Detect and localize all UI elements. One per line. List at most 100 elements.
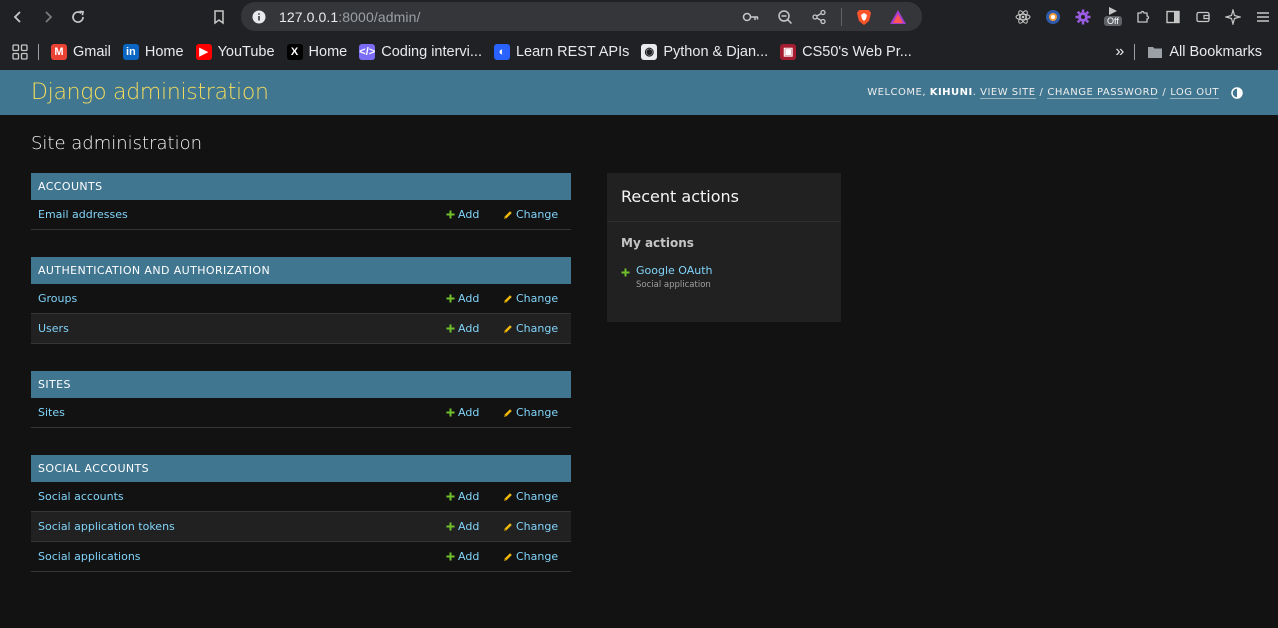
change-password-link[interactable]: CHANGE PASSWORD xyxy=(1047,87,1159,99)
extensions-button[interactable] xyxy=(1128,2,1158,32)
bookmark-gmail-0[interactable]: M Gmail xyxy=(45,38,117,66)
change-link[interactable]: Change xyxy=(503,322,558,335)
bookmark-coding-intervi-4[interactable]: </> Coding intervi... xyxy=(353,38,488,66)
forward-button[interactable] xyxy=(33,2,63,32)
brave-rewards-button[interactable] xyxy=(884,3,912,31)
add-link[interactable]: Add xyxy=(446,322,479,335)
pencil-icon xyxy=(503,210,513,220)
reload-icon xyxy=(72,10,84,23)
module-caption[interactable]: Accounts xyxy=(31,173,571,200)
add-plus-icon xyxy=(446,492,455,501)
contrast-icon xyxy=(1231,86,1243,99)
model-link[interactable]: Social applications xyxy=(31,550,571,563)
all-bookmarks-folder[interactable]: All Bookmarks xyxy=(1141,38,1268,66)
change-link[interactable]: Change xyxy=(503,550,558,563)
model-link[interactable]: Social accounts xyxy=(31,490,571,503)
extension-badge-circle[interactable] xyxy=(1038,2,1068,32)
add-label: Add xyxy=(458,490,480,503)
bookmark-page-button[interactable] xyxy=(204,2,234,32)
view-site-link[interactable]: VIEW SITE xyxy=(980,87,1036,99)
module-caption[interactable]: Authentication and Authorization xyxy=(31,257,571,284)
sidebar-button[interactable] xyxy=(1158,2,1188,32)
model-row-social-application-tokens: Social application tokens Add Change xyxy=(31,512,571,542)
change-link[interactable]: Change xyxy=(503,520,558,533)
model-link[interactable]: Groups xyxy=(31,292,571,305)
back-button[interactable] xyxy=(3,2,33,32)
share-icon xyxy=(812,9,826,24)
model-link[interactable]: Sites xyxy=(31,406,571,419)
add-link[interactable]: Add xyxy=(446,208,479,221)
model-link[interactable]: Social application tokens xyxy=(31,520,571,533)
share-button[interactable] xyxy=(805,3,833,31)
bookmark-python-djan-6[interactable]: ◉ Python & Djan... xyxy=(635,38,774,66)
bookmarks-divider-right xyxy=(1134,43,1136,60)
bookmark-favicon-icon: </> xyxy=(359,43,376,60)
address-bar[interactable]: 127.0.0.1:8000/admin/ xyxy=(241,2,922,31)
change-link[interactable]: Change xyxy=(503,292,558,305)
all-bookmarks-label: All Bookmarks xyxy=(1169,43,1262,60)
extension-off-toggle[interactable]: Off xyxy=(1098,2,1128,32)
wallet-button[interactable] xyxy=(1188,2,1218,32)
model-link[interactable]: Email addresses xyxy=(31,208,571,221)
recent-actions-panel: Recent actions My actions Google OAuth So… xyxy=(607,173,841,322)
apps-button[interactable] xyxy=(6,38,34,66)
add-link[interactable]: Add xyxy=(446,550,479,563)
change-label: Change xyxy=(516,208,559,221)
theme-toggle-button[interactable] xyxy=(1229,85,1245,101)
change-label: Change xyxy=(516,406,559,419)
wallet-icon xyxy=(1196,11,1210,22)
brave-lion-icon xyxy=(857,9,871,25)
module-caption[interactable]: Social Accounts xyxy=(31,455,571,482)
recent-actions-title: Recent actions xyxy=(607,173,841,222)
extension-react-devtools[interactable] xyxy=(1008,2,1038,32)
change-link[interactable]: Change xyxy=(503,490,558,503)
atom-icon xyxy=(1015,9,1031,24)
recent-entry-body: Google OAuth Social application xyxy=(636,264,713,290)
bookmark-home-1[interactable]: in Home xyxy=(117,38,190,66)
add-plus-icon xyxy=(446,408,455,417)
log-out-link[interactable]: LOG OUT xyxy=(1170,87,1219,99)
omnibox-separator xyxy=(841,7,842,26)
bookmark-label: Coding intervi... xyxy=(381,43,482,60)
model-row-email-addresses: Email addresses Add Change xyxy=(31,200,571,230)
change-label: Change xyxy=(516,292,559,305)
leo-ai-button[interactable] xyxy=(1218,2,1248,32)
change-link[interactable]: Change xyxy=(503,406,558,419)
bookmarks-right: » All Bookmarks xyxy=(1109,33,1268,70)
add-link[interactable]: Add xyxy=(446,406,479,419)
module-sites: Sites Sites Add Change xyxy=(31,371,571,428)
pencil-icon xyxy=(503,522,513,532)
brave-shields-button[interactable] xyxy=(850,3,878,31)
add-plus-icon xyxy=(446,210,455,219)
site-info-icon[interactable] xyxy=(249,7,269,27)
bookmark-favicon-icon: in xyxy=(122,43,139,60)
module-caption[interactable]: Sites xyxy=(31,371,571,398)
extension-gear[interactable] xyxy=(1068,2,1098,32)
bookmark-youtube-2[interactable]: ▶ YouTube xyxy=(190,38,281,66)
browser-menu-button[interactable] xyxy=(1248,2,1278,32)
more-bookmarks-button[interactable]: » xyxy=(1109,38,1130,66)
add-link[interactable]: Add xyxy=(446,490,479,503)
add-label: Add xyxy=(458,520,480,533)
sparkle-icon xyxy=(1225,8,1241,25)
django-header: Django administration WELCOME, KIHUNI. V… xyxy=(0,70,1278,115)
model-row-groups: Groups Add Change xyxy=(31,284,571,314)
bookmark-cs50-s-web-pr-7[interactable]: ▣ CS50's Web Pr... xyxy=(774,38,918,66)
reload-button[interactable] xyxy=(63,2,93,32)
zoom-button[interactable] xyxy=(771,3,799,31)
bookmark-learn-rest-apis-5[interactable]: ◐ Learn REST APIs xyxy=(488,38,635,66)
recent-entry-link[interactable]: Google OAuth xyxy=(636,264,713,277)
recent-action-entry: Google OAuth Social application xyxy=(607,250,841,290)
add-link[interactable]: Add xyxy=(446,292,479,305)
recent-actions-list: Google OAuth Social application xyxy=(607,250,841,290)
back-arrow-icon xyxy=(13,10,21,23)
model-row-social-applications: Social applications Add Change xyxy=(31,542,571,572)
model-link[interactable]: Users xyxy=(31,322,571,335)
bookmark-home-3[interactable]: X Home xyxy=(281,38,354,66)
change-link[interactable]: Change xyxy=(503,208,558,221)
site-branding[interactable]: Django administration xyxy=(31,80,269,105)
password-key-button[interactable] xyxy=(737,3,765,31)
bookmark-label: Python & Djan... xyxy=(663,43,769,60)
bookmark-favicon-icon: X xyxy=(286,43,303,60)
add-link[interactable]: Add xyxy=(446,520,479,533)
